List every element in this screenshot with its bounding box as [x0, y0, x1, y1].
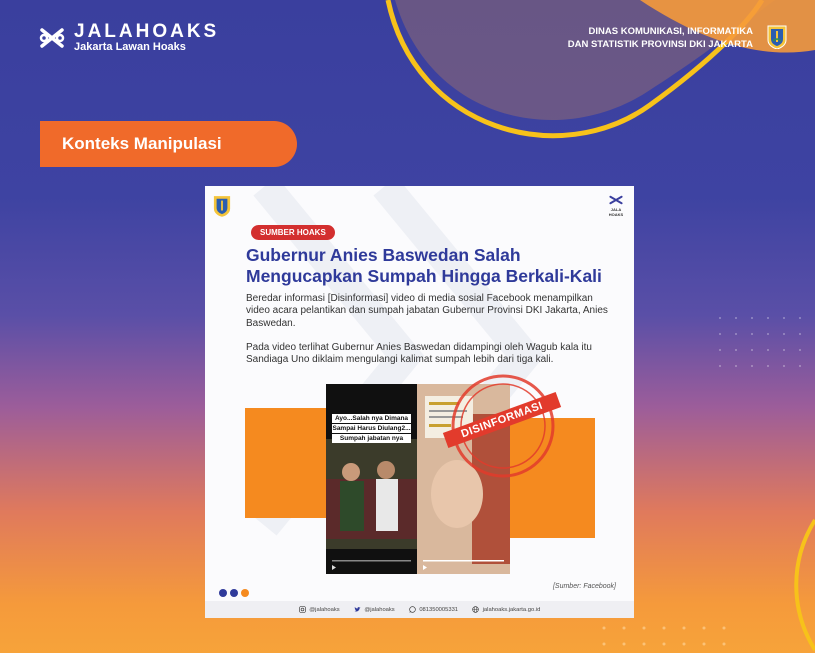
paragraph-1: Beredar informasi [Disinformasi] video d…	[246, 293, 608, 329]
video-caption-2: Sampai Harus Diulang2...	[332, 424, 411, 433]
footer-whatsapp-text: 081350005331	[419, 607, 459, 614]
twitter-icon	[354, 607, 361, 612]
logo-subtitle: Jakarta Lawan Hoaks	[74, 41, 186, 53]
card-jalahoaks-logo: JALA HOAKS	[606, 194, 626, 217]
card-logo-icon	[609, 195, 623, 205]
agency-line-1: DINAS KOMUNIKASI, INFORMATIKA	[588, 26, 753, 37]
footer-website: jalahoaks.jakarta.go.id	[472, 606, 540, 613]
footer-twitter-text: @jalahoaks	[364, 607, 395, 614]
video-scene-left	[326, 439, 417, 570]
video-caption-1: Ayo...Salah nya Dimana	[332, 414, 411, 423]
logo-title: JALAHOAKS	[74, 21, 220, 42]
footer-whatsapp: 081350005331	[408, 606, 459, 614]
dki-emblem-icon	[767, 25, 787, 49]
card-logo-text: JALA HOAKS	[608, 207, 624, 217]
card-footer: @jalahoaks @jalahoaks 081350005331 jalah…	[205, 601, 634, 618]
jalahoaks-logo-icon	[39, 28, 65, 48]
section-label: Konteks Manipulasi	[40, 121, 297, 167]
video-screenshot-left: Ayo...Salah nya Dimana Sampai Harus Diul…	[326, 384, 417, 574]
orange-block-left	[245, 408, 327, 518]
dot-navy	[219, 589, 227, 597]
footer-website-text: jalahoaks.jakarta.go.id	[482, 607, 541, 614]
hoax-card: JALA HOAKS SUMBER HOAKS Gubernur Anies B…	[205, 186, 634, 618]
dot-navy-2	[230, 589, 238, 597]
agency-name: DINAS KOMUNIKASI, INFORMATIKA DAN STATIS…	[568, 25, 753, 51]
slide: JALAHOAKS Jakarta Lawan Hoaks DINAS KOMU…	[0, 0, 815, 657]
footer-instagram-text: @jalahoaks	[309, 607, 340, 614]
dot-orange	[241, 589, 249, 597]
card-dots	[219, 589, 249, 597]
headline-line-1: Gubernur Anies Baswedan Salah	[246, 245, 521, 265]
footer-instagram: @jalahoaks	[298, 606, 340, 614]
footer-twitter: @jalahoaks	[354, 606, 395, 613]
source-badge: SUMBER HOAKS	[251, 225, 335, 240]
paragraph-2: Pada video terlihat Gubernur Anies Baswe…	[246, 342, 592, 366]
card-headline: Gubernur Anies Baswedan Salah Mengucapka…	[246, 245, 626, 287]
headline-line-2: Mengucapkan Sumpah Hingga Berkali-Kali	[246, 266, 602, 286]
instagram-icon	[298, 606, 306, 613]
video-captions: Ayo...Salah nya Dimana Sampai Harus Diul…	[332, 414, 411, 443]
jalahoaks-logo: JALAHOAKS Jakarta Lawan Hoaks	[38, 22, 219, 54]
globe-icon	[472, 606, 479, 613]
agency-line-2: DAN STATISTIK PROVINSI DKI JAKARTA	[567, 39, 753, 50]
card-dki-emblem-icon	[213, 196, 231, 217]
whatsapp-icon	[408, 606, 416, 613]
video-caption-3: Sumpah jabatan nya	[332, 434, 411, 443]
source-credit: [Sumber: Facebook]	[552, 583, 616, 590]
